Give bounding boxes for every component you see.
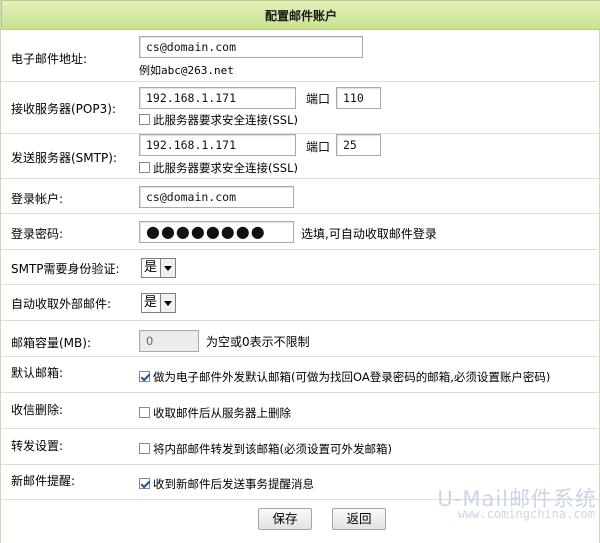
row-delete-after: 收信删除: 收取邮件后从服务器上删除	[1, 393, 600, 429]
smtp-ssl-checkbox[interactable]: 此服务器要求安全连接(SSL)	[139, 160, 298, 176]
row-email: 电子邮件地址: cs@domain.com 例如abc@263.net	[1, 30, 600, 82]
default-mailbox-label: 默认邮箱:	[11, 366, 64, 380]
smtp-label: 发送服务器(SMTP):	[11, 151, 117, 165]
smtp-port-input[interactable]: 25	[336, 134, 381, 156]
pop3-ssl-label: 此服务器要求安全连接(SSL)	[153, 113, 298, 127]
chevron-down-icon[interactable]	[160, 294, 175, 312]
smtp-ssl-label: 此服务器要求安全连接(SSL)	[153, 161, 298, 175]
pop3-ssl-box[interactable]	[139, 114, 150, 125]
auto-fetch-select[interactable]: 是	[141, 293, 176, 313]
quota-label: 邮箱容量(MB):	[11, 336, 91, 350]
password-label: 登录密码:	[11, 227, 64, 241]
forward-box[interactable]	[139, 443, 150, 454]
quota-input[interactable]: 0	[139, 330, 199, 352]
page-title: 配置邮件账户	[1, 0, 600, 30]
mail-account-form: 配置邮件账户 电子邮件地址: cs@domain.com 例如abc@263.n…	[0, 0, 600, 543]
smtp-ssl-box[interactable]	[139, 162, 150, 173]
back-button[interactable]: 返回	[332, 508, 386, 530]
row-password: 登录密码: ●●●●●●●● 选填,可自动收取邮件登录	[1, 214, 600, 250]
delete-after-box[interactable]	[139, 407, 150, 418]
pop3-ssl-checkbox[interactable]: 此服务器要求安全连接(SSL)	[139, 112, 298, 128]
new-mail-box[interactable]	[139, 478, 150, 489]
watermark-site: www.comingchina.com	[457, 507, 595, 521]
save-button[interactable]: 保存	[258, 508, 312, 530]
auto-fetch-value: 是	[144, 295, 158, 310]
row-smtp-auth: SMTP需要身份验证: 是	[1, 250, 600, 285]
default-mailbox-text: 做为电子邮件外发默认邮箱(可做为找回OA登录密码的邮箱,必须设置账户密码)	[153, 370, 551, 384]
password-input[interactable]: ●●●●●●●●	[139, 221, 294, 243]
pop3-host-input[interactable]: 192.168.1.171	[139, 87, 296, 109]
chevron-down-icon[interactable]	[160, 259, 175, 277]
new-mail-checkbox[interactable]: 收到新邮件后发送事务提醒消息	[139, 476, 314, 492]
email-hint: 例如abc@263.net	[139, 64, 234, 77]
smtp-auth-select[interactable]: 是	[141, 258, 176, 278]
row-quota: 邮箱容量(MB): 0 为空或0表示不限制	[1, 321, 600, 357]
forward-checkbox[interactable]: 将内部邮件转发到该邮箱(必须设置可外发邮箱)	[139, 441, 392, 457]
delete-after-text: 收取邮件后从服务器上删除	[153, 406, 291, 420]
row-account: 登录帐户: cs@domain.com	[1, 179, 600, 214]
email-input[interactable]: cs@domain.com	[139, 36, 363, 58]
default-mailbox-checkbox[interactable]: 做为电子邮件外发默认邮箱(可做为找回OA登录密码的邮箱,必须设置账户密码)	[139, 369, 550, 385]
row-forward: 转发设置: 将内部邮件转发到该邮箱(必须设置可外发邮箱)	[1, 429, 600, 465]
smtp-port-label: 端口	[306, 140, 331, 154]
pop3-port-label: 端口	[306, 92, 331, 106]
new-mail-text: 收到新邮件后发送事务提醒消息	[153, 477, 314, 491]
smtp-auth-label: SMTP需要身份验证:	[11, 262, 120, 276]
new-mail-label: 新邮件提醒:	[11, 474, 76, 488]
forward-label: 转发设置:	[11, 439, 64, 453]
password-hint: 选填,可自动收取邮件登录	[301, 227, 437, 241]
forward-text: 将内部邮件转发到该邮箱(必须设置可外发邮箱)	[153, 442, 392, 456]
default-mailbox-box[interactable]	[139, 371, 150, 382]
smtp-host-input[interactable]: 192.168.1.171	[139, 134, 296, 156]
quota-hint: 为空或0表示不限制	[206, 335, 310, 349]
account-label: 登录帐户:	[11, 192, 64, 206]
delete-after-checkbox[interactable]: 收取邮件后从服务器上删除	[139, 405, 291, 421]
row-auto-fetch: 自动收取外部邮件: 是	[1, 285, 600, 321]
smtp-auth-value: 是	[144, 260, 158, 275]
row-default-mailbox: 默认邮箱: 做为电子邮件外发默认邮箱(可做为找回OA登录密码的邮箱,必须设置账户…	[1, 357, 600, 393]
email-label: 电子邮件地址:	[11, 52, 88, 66]
delete-after-label: 收信删除:	[11, 403, 64, 417]
row-pop3: 接收服务器(POP3): 192.168.1.171 端口 110 此服务器要求…	[1, 82, 600, 134]
pop3-label: 接收服务器(POP3):	[11, 102, 116, 116]
account-input[interactable]: cs@domain.com	[139, 186, 294, 208]
pop3-port-input[interactable]: 110	[336, 87, 381, 109]
auto-fetch-label: 自动收取外部邮件:	[11, 297, 112, 311]
row-smtp: 发送服务器(SMTP): 192.168.1.171 端口 25 此服务器要求安…	[1, 134, 600, 179]
